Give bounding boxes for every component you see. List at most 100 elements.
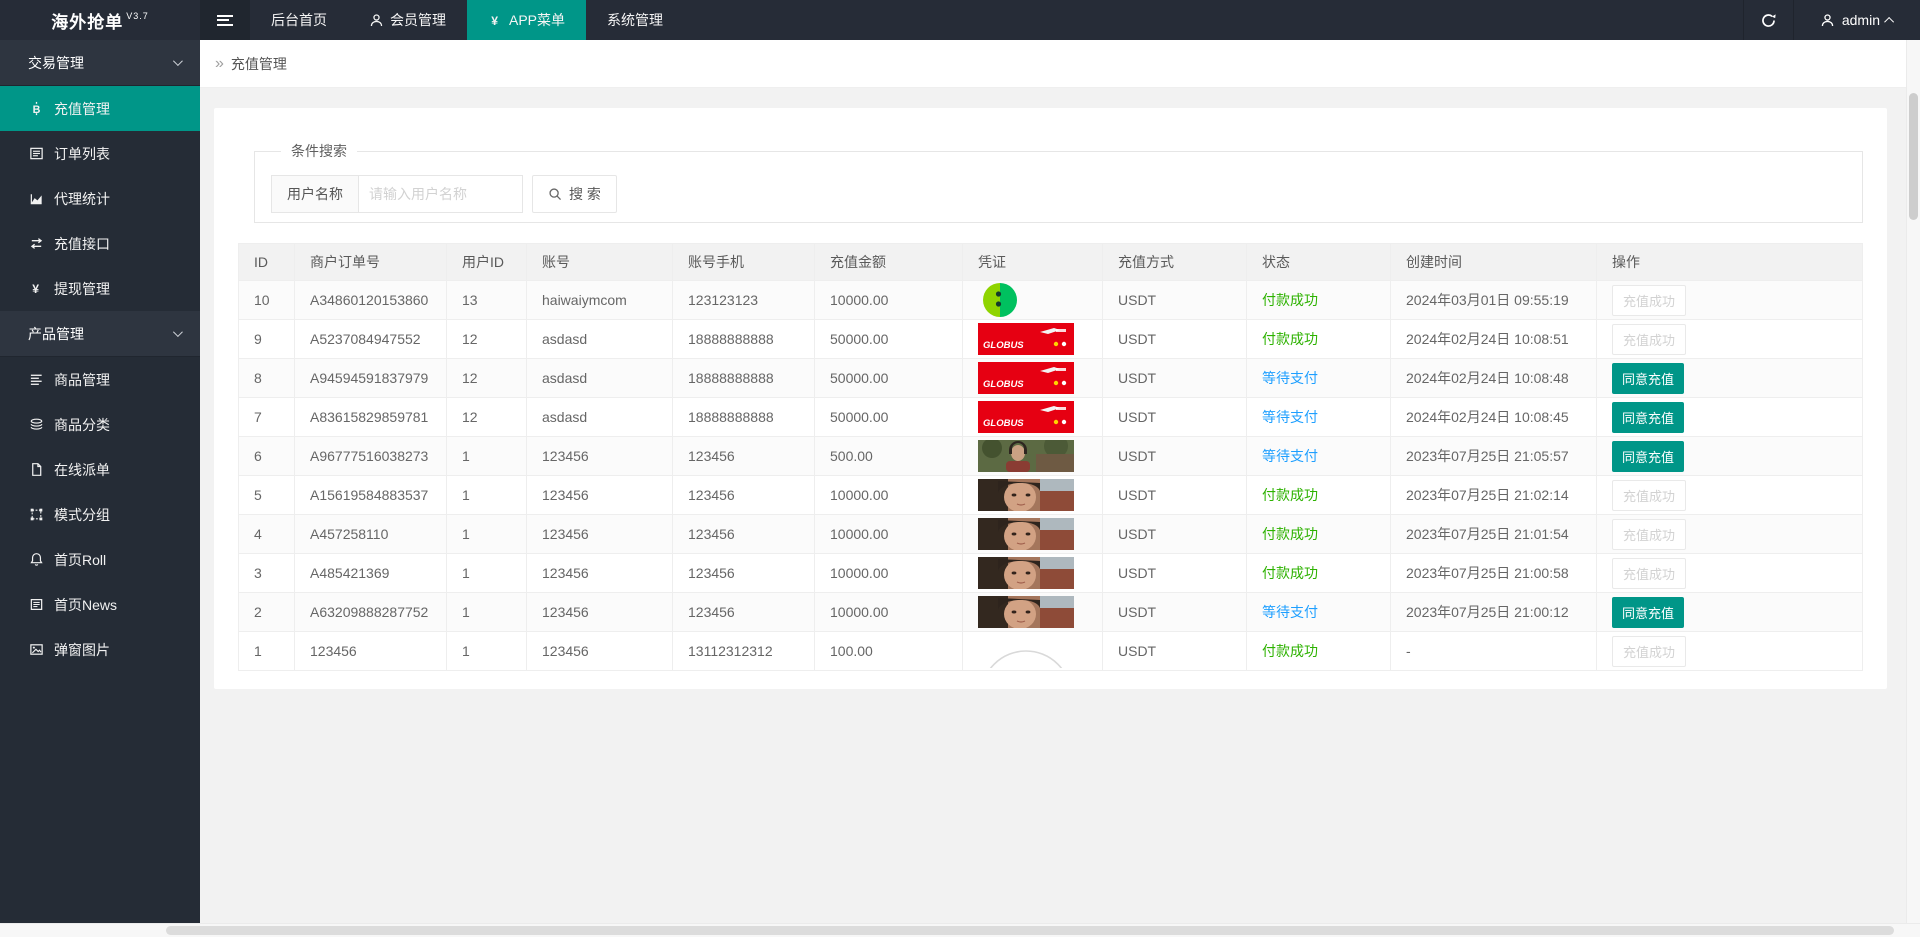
- photo-face-image[interactable]: [978, 518, 1074, 551]
- sidebar-item-home-roll[interactable]: 首页Roll: [0, 537, 200, 582]
- topnav-item-app-menu[interactable]: ¥ APP菜单: [467, 0, 587, 40]
- cell-order-no: A83615829859781: [294, 397, 447, 437]
- sidebar-item-agent-stats[interactable]: 代理统计: [0, 176, 200, 221]
- cell-status: 付款成功: [1246, 319, 1391, 359]
- green-logo-image[interactable]: [978, 282, 1022, 318]
- topnav-item-system[interactable]: 系统管理: [586, 0, 684, 40]
- sidebar-item-order-list[interactable]: 订单列表: [0, 131, 200, 176]
- app-version: V3.7: [126, 11, 149, 21]
- cell-created-time: 2023年07月25日 21:05:57: [1390, 436, 1597, 476]
- refresh-icon: [1760, 12, 1777, 29]
- cell-account: asdasd: [526, 358, 673, 398]
- cell-created-time: 2024年02月24日 10:08:51: [1390, 319, 1597, 359]
- cell-phone: 13112312312: [672, 631, 815, 671]
- table-header: 凭证: [962, 243, 1103, 281]
- cell-method: USDT: [1102, 397, 1247, 437]
- sidebar-item-goods-manage[interactable]: 商品管理: [0, 357, 200, 402]
- yen-icon: ¥: [488, 13, 503, 28]
- cell-amount: 50000.00: [814, 319, 963, 359]
- cell-amount: 10000.00: [814, 514, 963, 554]
- sidebar-item-online-dispatch[interactable]: 在线派单: [0, 447, 200, 492]
- cell-voucher: [962, 514, 1103, 554]
- grey-arc-image[interactable]: [978, 634, 1074, 670]
- red-banner-image[interactable]: GLOBUS: [978, 362, 1074, 394]
- cell-amount: 50000.00: [814, 358, 963, 398]
- cell-created-time: 2024年03月01日 09:55:19: [1390, 280, 1597, 320]
- status-text: 付款成功: [1262, 331, 1318, 347]
- cell-action: 充值成功: [1596, 553, 1863, 593]
- cell-voucher: GLOBUS: [962, 319, 1103, 359]
- chevron-down-icon: [172, 56, 183, 67]
- horizontal-scrollbar[interactable]: [0, 923, 1920, 937]
- order-frame-icon: [28, 146, 45, 161]
- vertical-scrollbar[interactable]: [1906, 40, 1920, 923]
- yen-icon: ¥: [28, 281, 45, 296]
- main-area: » 充值管理 条件搜索 用户名称 搜 索: [200, 40, 1906, 923]
- sidebar-item-recharge-manage[interactable]: B 充值管理: [0, 86, 200, 131]
- svg-text:GLOBUS: GLOBUS: [983, 340, 1024, 351]
- cell-amount: 100.00: [814, 631, 963, 671]
- cell-id: 7: [238, 397, 295, 437]
- cell-created-time: 2023年07月25日 21:00:12: [1390, 592, 1597, 632]
- sidebar-item-product-group[interactable]: 产品管理: [0, 311, 200, 357]
- topnav-item-home[interactable]: 后台首页: [250, 0, 348, 40]
- recharge-done-button: 充值成功: [1612, 518, 1687, 550]
- cell-user-id: 12: [446, 397, 527, 437]
- username-input[interactable]: [359, 175, 523, 213]
- photo-face-image[interactable]: [978, 479, 1074, 512]
- status-text: 等待支付: [1262, 370, 1318, 386]
- horizontal-scrollbar-thumb[interactable]: [166, 926, 1894, 935]
- cell-account: 123456: [526, 514, 673, 554]
- red-banner-image[interactable]: GLOBUS: [978, 323, 1074, 355]
- cell-created-time: 2023年07月25日 21:01:54: [1390, 514, 1597, 554]
- cell-voucher: [962, 475, 1103, 515]
- cell-user-id: 1: [446, 553, 527, 593]
- cell-phone: 123456: [672, 475, 815, 515]
- cell-action: 充值成功: [1596, 514, 1863, 554]
- sidebar-item-popup-image[interactable]: 弹窗图片: [0, 627, 200, 672]
- search-button[interactable]: 搜 索: [532, 175, 617, 213]
- cell-phone: 123456: [672, 553, 815, 593]
- cell-order-no: A63209888287752: [294, 592, 447, 632]
- sidebar-item-label: 在线派单: [54, 461, 110, 478]
- red-banner-image[interactable]: GLOBUS: [978, 401, 1074, 433]
- cell-phone: 18888888888: [672, 397, 815, 437]
- status-text: 付款成功: [1262, 526, 1318, 542]
- cell-user-id: 1: [446, 514, 527, 554]
- sidebar-item-goods-category[interactable]: 商品分类: [0, 402, 200, 447]
- bitcoin-icon: B: [28, 101, 45, 116]
- sidebar-toggle-button[interactable]: [200, 0, 250, 40]
- sidebar-item-withdraw-manage[interactable]: ¥ 提现管理: [0, 266, 200, 311]
- sidebar-item-trade-group[interactable]: 交易管理: [0, 40, 200, 86]
- admin-menu[interactable]: admin: [1792, 0, 1920, 40]
- table-row: 1 123456 1 123456 13112312312 100.00 USDT 付款成功 -…: [238, 631, 1863, 671]
- cell-action: 充值成功: [1596, 475, 1863, 515]
- cell-status: 等待支付: [1246, 358, 1391, 398]
- cell-status: 付款成功: [1246, 631, 1391, 671]
- cell-account: 123456: [526, 592, 673, 632]
- chevron-up-icon: [1884, 16, 1895, 27]
- cell-phone: 18888888888: [672, 319, 815, 359]
- status-text: 等待支付: [1262, 604, 1318, 620]
- photo-face-image[interactable]: [978, 557, 1074, 590]
- refresh-button[interactable]: [1742, 0, 1793, 40]
- approve-recharge-button[interactable]: 同意充值: [1612, 401, 1685, 433]
- vertical-scrollbar-thumb[interactable]: [1909, 93, 1918, 220]
- photo-outdoor-image[interactable]: [978, 437, 1074, 472]
- cell-id: 10: [238, 280, 295, 320]
- cell-phone: 123456: [672, 592, 815, 632]
- cell-id: 5: [238, 475, 295, 515]
- status-text: 等待支付: [1262, 448, 1318, 464]
- approve-recharge-button[interactable]: 同意充值: [1612, 440, 1685, 472]
- sidebar-item-home-news[interactable]: 首页News: [0, 582, 200, 627]
- sidebar-item-label: 商品分类: [54, 416, 110, 433]
- cell-id: 6: [238, 436, 295, 476]
- approve-recharge-button[interactable]: 同意充值: [1612, 596, 1685, 628]
- photo-face-image[interactable]: [978, 596, 1074, 629]
- sidebar-item-mode-group[interactable]: 模式分组: [0, 492, 200, 537]
- topnav-item-members[interactable]: 会员管理: [348, 0, 467, 40]
- approve-recharge-button[interactable]: 同意充值: [1612, 362, 1685, 394]
- cell-account: 123456: [526, 436, 673, 476]
- sidebar-item-recharge-api[interactable]: 充值接口: [0, 221, 200, 266]
- sidebar-group-label: 交易管理: [28, 54, 84, 71]
